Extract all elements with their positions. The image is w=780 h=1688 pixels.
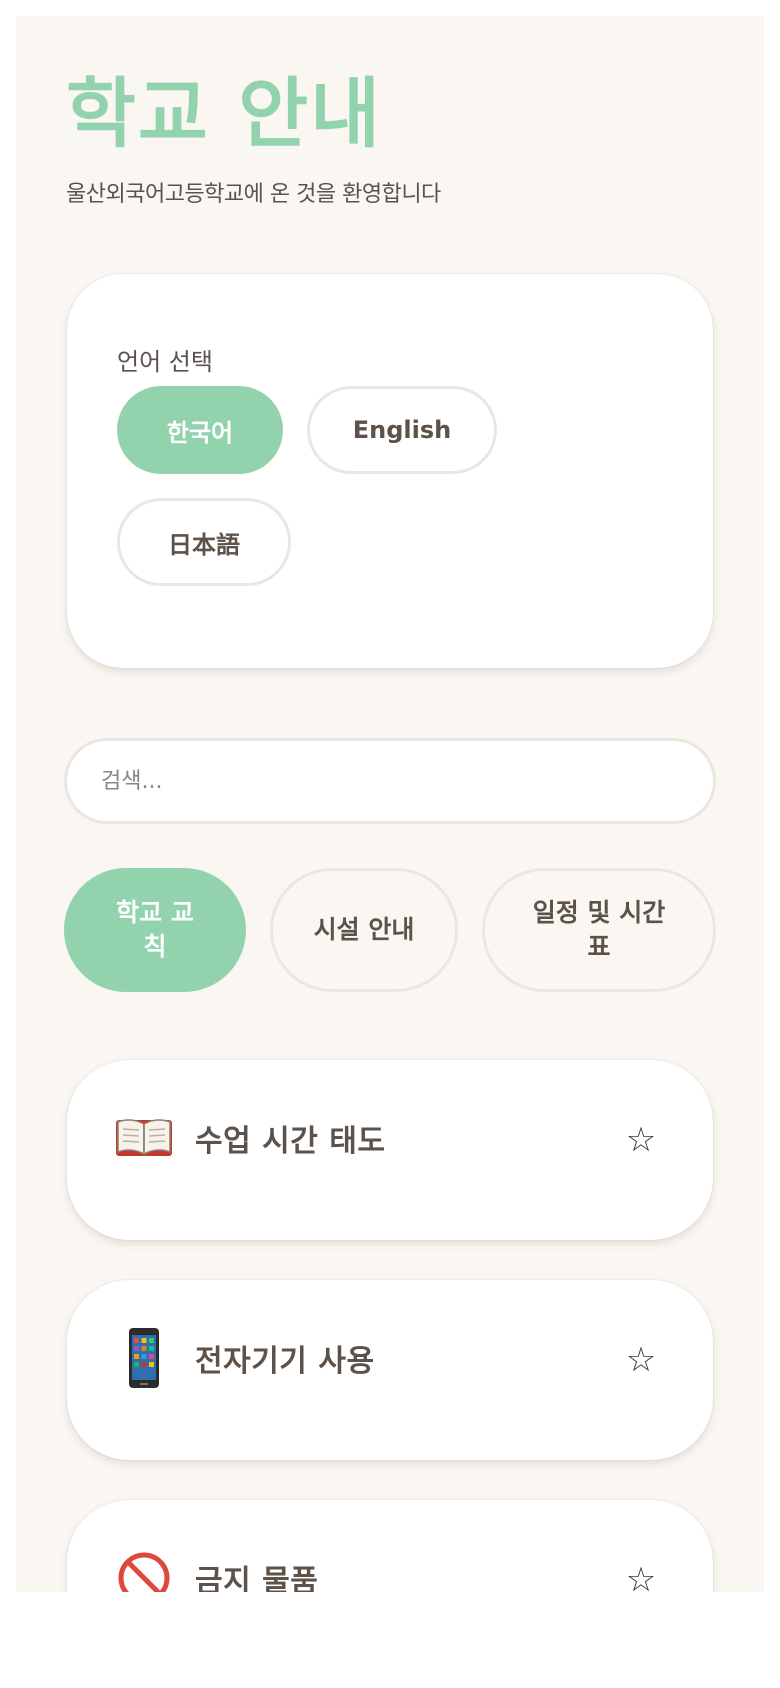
language-selector-card: 언어 선택 한국어 English 日本語 [67,274,713,668]
language-english-button[interactable]: English [307,386,497,474]
language-korean-button[interactable]: 한국어 [117,386,283,474]
phone-icon [113,1326,175,1390]
language-selector-label: 언어 선택 [117,348,213,376]
star-icon[interactable]: ☆ [621,1120,661,1160]
rule-card-title: 수업 시간 태도 [195,1124,386,1159]
star-icon[interactable]: ☆ [621,1340,661,1380]
tab-schedule-label: 일정 및 시간표 [532,898,666,961]
search-input[interactable] [64,738,716,824]
rule-card-title: 전자기기 사용 [195,1344,375,1379]
star-icon[interactable]: ☆ [621,1560,661,1592]
tab-schedule[interactable]: 일정 및 시간표 [482,868,716,992]
rule-card-electronic-devices[interactable]: 전자기기 사용 ☆ [67,1280,713,1460]
rule-card-title: 금지 물품 [195,1564,319,1592]
prohibited-icon [113,1546,175,1592]
book-icon [113,1106,175,1170]
page-title: 학교 안내 [66,69,383,158]
language-japanese-button[interactable]: 日本語 [117,498,291,586]
tab-facilities-label: 시설 안내 [313,915,415,945]
tab-school-rules[interactable]: 학교 교칙 [64,868,246,992]
tab-facilities[interactable]: 시설 안내 [270,868,458,992]
rule-card-class-attitude[interactable]: 수업 시간 태도 ☆ [67,1060,713,1240]
tab-school-rules-label: 학교 교칙 [116,898,194,961]
page-subtitle: 울산외국어고등학교에 온 것을 환영합니다 [66,182,441,207]
app-viewport: 학교 안내 울산외국어고등학교에 온 것을 환영합니다 언어 선택 한국어 En… [16,16,764,1592]
rule-card-prohibited-items[interactable]: 금지 물품 ☆ [67,1500,713,1592]
